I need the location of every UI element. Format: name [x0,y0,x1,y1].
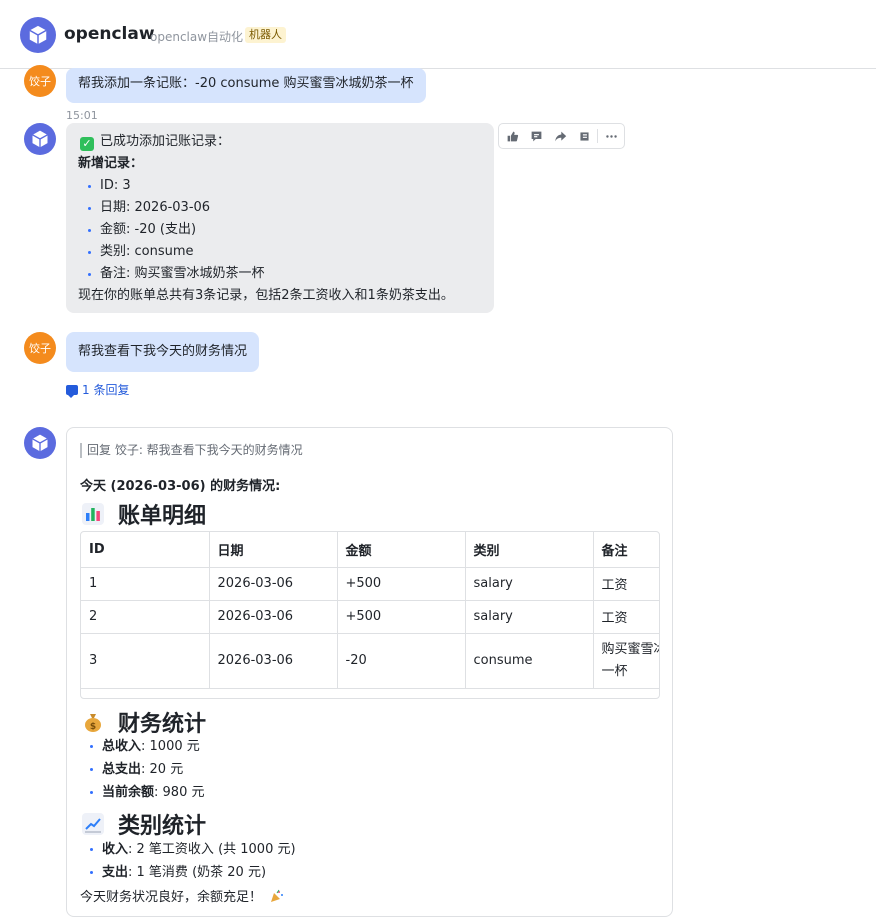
list-item: 金额: -20 (支出) [78,219,482,241]
table-cell: -20 [337,633,466,689]
cube-icon [29,25,47,45]
list-item: 收入: 2 笔工资收入 (共 1000 元) [80,838,296,861]
comment-icon[interactable] [524,124,548,148]
table-cell: 工资 [593,600,659,634]
footer-text: 今天财务状况良好，余额充足！ [80,890,263,905]
cube-icon [32,434,48,452]
section-title-text: 账单明细 [118,504,207,529]
list-item: 支出: 1 笔消费 (奶茶 20 元) [80,861,296,884]
thread-reply-link[interactable]: 1 条回复 [66,381,129,398]
table-row: 3 2026-03-06 -20 consume 购买蜜雪冰城奶茶一杯 [81,633,659,689]
table-cell: 2026-03-06 [209,567,338,601]
check-icon: ✓ [80,137,94,151]
reply-count[interactable]: 1 条回复 [82,381,129,398]
column-header: ID [81,532,210,568]
thumbs-up-icon[interactable] [500,124,524,148]
user-message-bubble: 帮我查看下我今天的财务情况 [66,332,260,372]
message-toolbar [498,123,625,149]
chat-title[interactable]: openclaw [64,24,155,44]
finance-stats-list: 总收入: 1000 元 总支出: 20 元 当前余额: 980 元 [80,735,204,804]
list-item: 备注: 购买蜜雪冰城奶茶一杯 [78,263,482,285]
table-cell: 工资 [593,567,659,601]
list-item: 总收入: 1000 元 [80,735,204,758]
table-row: 1 2026-03-06 +500 salary 工资 [81,567,659,601]
bot-message-avatar[interactable] [24,123,56,155]
cube-icon [32,130,48,148]
chat-header: openclaw openclaw自动化 机器人 [0,0,876,69]
section-title-finance: $ 财务统计 [82,706,206,738]
bar-chart-icon [82,503,104,525]
list-item: 日期: 2026-03-06 [78,197,482,219]
bot-tag: 机器人 [245,27,286,43]
report-intro: 今天 (2026-03-06) 的财务情况: [80,479,281,494]
table-cell: 2026-03-06 [209,600,338,634]
list-item: ID: 3 [78,175,482,197]
bill-table: ID 日期 金额 类别 备注 1 2026-03-06 +500 salary … [80,531,660,699]
trend-chart-icon [82,813,104,835]
table-cell: 3 [81,633,210,689]
more-icon[interactable] [599,124,623,148]
chat-subtitle: openclaw自动化 [150,30,244,44]
user-avatar[interactable]: 饺子 [24,65,56,97]
list-item: 当前余额: 980 元 [80,781,204,804]
user-message-bubble: 帮我添加一条记账：-20 consume 购买蜜雪冰城奶茶一杯 [66,68,426,103]
section-title-text: 财务统计 [118,712,207,737]
money-bag-icon: $ [82,711,104,733]
table-row: 2 2026-03-06 +500 salary 工资 [81,600,659,634]
table-cell: 2 [81,600,210,634]
bot-message-bubble: ✓ 已成功添加记账记录： 新增记录： ID: 3 日期: 2026-03-06 金… [66,123,494,313]
forward-icon[interactable] [548,124,572,148]
section-title-text: 类别统计 [118,814,207,839]
bot-reply-card: 回复 饺子: 帮我查看下我今天的财务情况 今天 (2026-03-06) 的财务… [66,427,673,917]
column-header: 日期 [209,532,338,568]
reply-quote[interactable]: 回复 饺子: 帮我查看下我今天的财务情况 [80,443,303,458]
record-list: ID: 3 日期: 2026-03-06 金额: -20 (支出) 类别: co… [78,175,482,285]
section-title-bills: 账单明细 [82,498,206,530]
success-line: ✓ 已成功添加记账记录： [78,131,482,153]
table-cell: +500 [337,567,466,601]
bill-table-grid: ID 日期 金额 类别 备注 1 2026-03-06 +500 salary … [81,532,659,689]
column-header: 备注 [593,532,659,568]
table-header-row: ID 日期 金额 类别 备注 [81,532,659,568]
report-footer: 今天财务状况良好，余额充足！ [80,886,284,905]
reply-icon [66,384,78,398]
column-header: 金额 [337,532,466,568]
user-message-text: 帮我添加一条记账：-20 consume 购买蜜雪冰城奶茶一杯 [78,76,414,91]
table-cell: salary [465,567,594,601]
table-cell: 购买蜜雪冰城奶茶一杯 [593,633,659,689]
section-title-category: 类别统计 [82,808,206,840]
list-item: 总支出: 20 元 [80,758,204,781]
table-cell: consume [465,633,594,689]
table-cell: salary [465,600,594,634]
category-stats-list: 收入: 2 笔工资收入 (共 1000 元) 支出: 1 笔消费 (奶茶 20 … [80,838,296,884]
column-header: 类别 [465,532,594,568]
list-item: 类别: consume [78,241,482,263]
user-message-text: 帮我查看下我今天的财务情况 [78,344,248,359]
bot-message-avatar[interactable] [24,427,56,459]
bot-avatar[interactable] [20,17,56,53]
record-summary: 现在你的账单总共有3条记录，包括2条工资收入和1条奶茶支出。 [78,288,454,303]
user-avatar[interactable]: 饺子 [24,332,56,364]
party-popper-icon [271,889,284,902]
svg-text:$: $ [90,722,96,732]
message-timestamp: 15:01 [66,109,98,122]
bookmark-icon[interactable] [572,124,596,148]
table-cell: 2026-03-06 [209,633,338,689]
table-cell: +500 [337,600,466,634]
toolbar-divider [597,129,598,143]
success-text: 已成功添加记账记录： [100,134,231,149]
table-cell: 1 [81,567,210,601]
record-heading: 新增记录： [78,156,144,171]
